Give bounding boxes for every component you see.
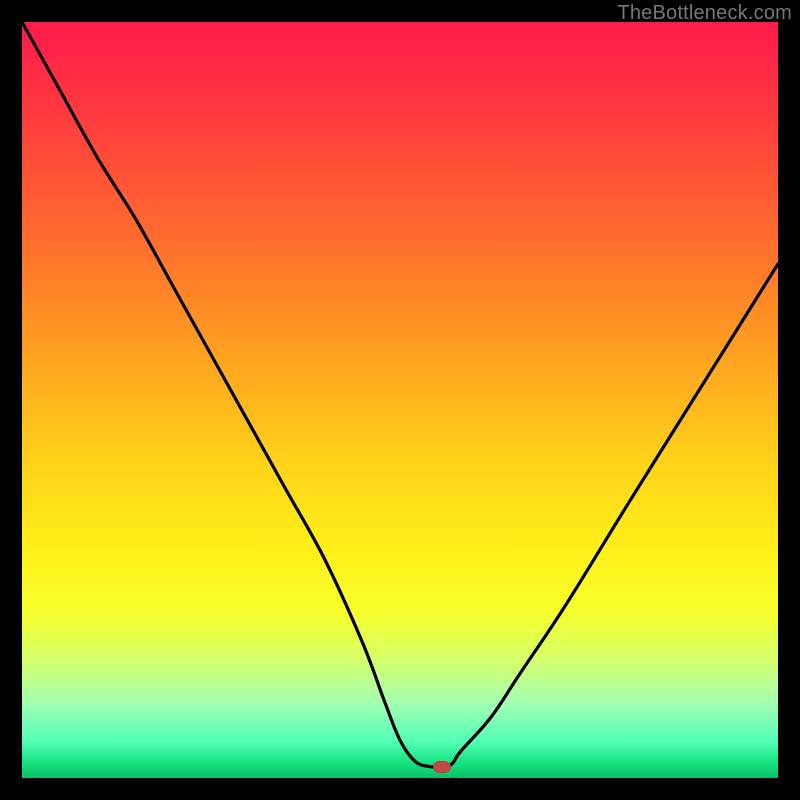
bottleneck-curve	[22, 22, 778, 778]
watermark-text: TheBottleneck.com	[617, 2, 792, 24]
optimal-point-marker	[433, 761, 451, 773]
chart-frame: TheBottleneck.com	[0, 0, 800, 800]
plot-area	[22, 22, 778, 778]
